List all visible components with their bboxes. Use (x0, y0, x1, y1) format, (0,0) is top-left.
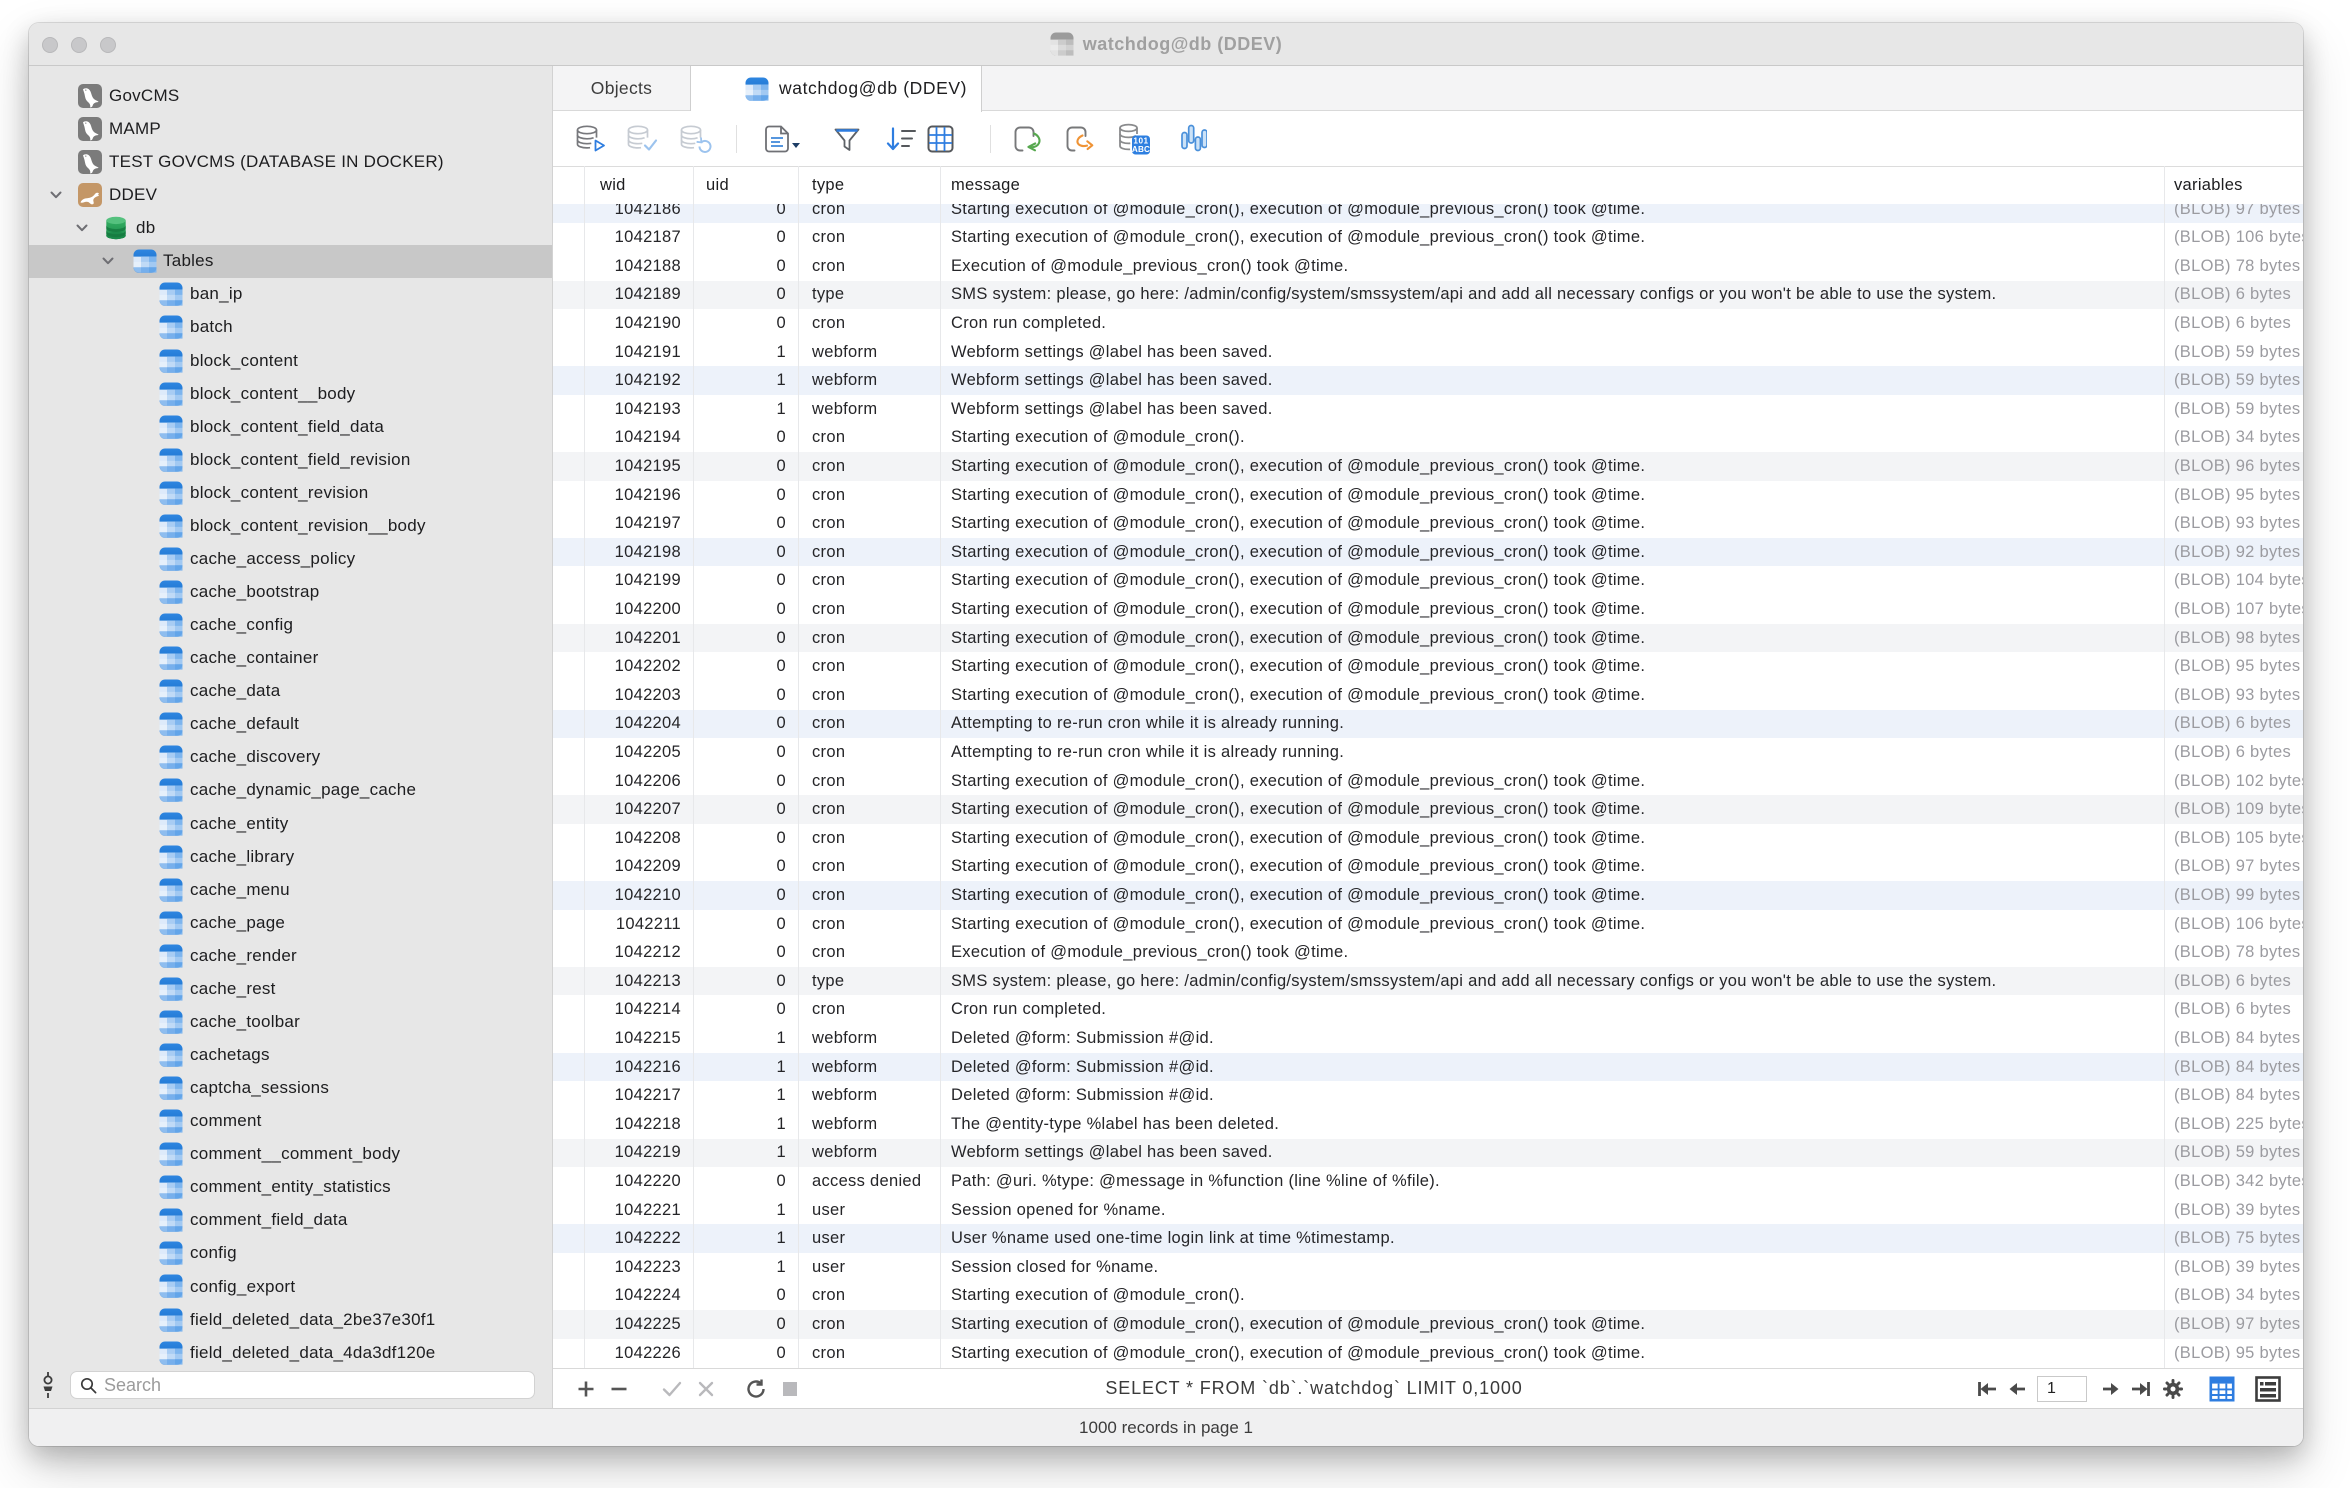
svg-text:ABC: ABC (1132, 145, 1150, 154)
